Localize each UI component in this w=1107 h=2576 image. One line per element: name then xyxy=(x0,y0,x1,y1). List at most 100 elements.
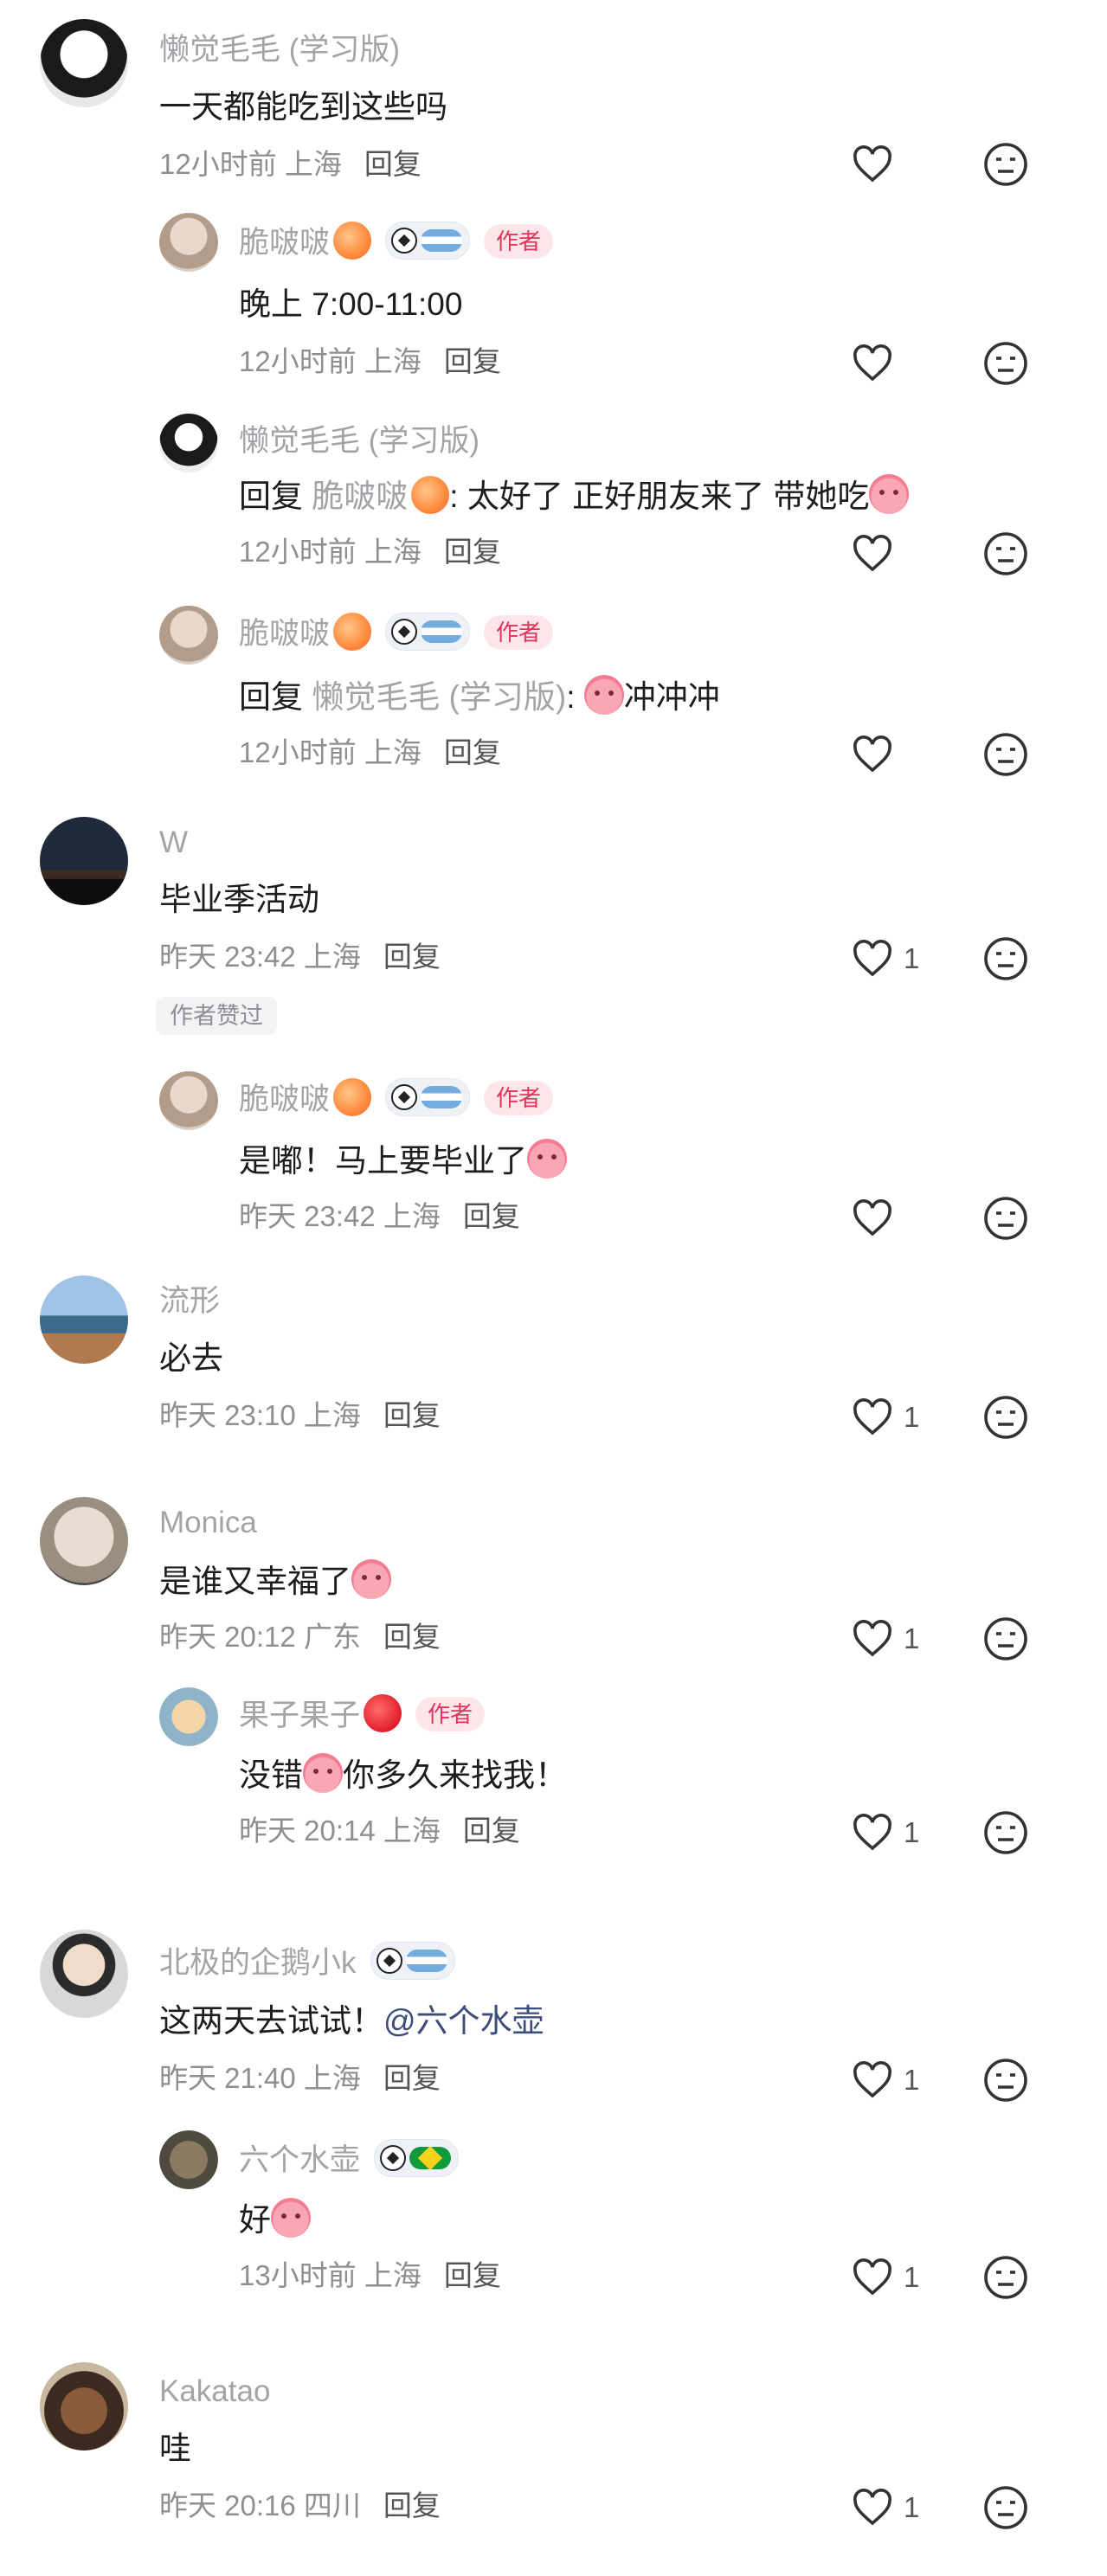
like-button[interactable]: 1 xyxy=(852,2253,973,2302)
avatar[interactable] xyxy=(40,1930,128,2018)
heart-icon xyxy=(853,535,891,572)
heart-icon xyxy=(853,1620,891,1657)
avatar[interactable] xyxy=(159,606,218,665)
heart-eyes-sticker-icon xyxy=(271,2198,311,2238)
heart-icon xyxy=(853,2258,891,2296)
comment-username[interactable]: 流形 xyxy=(159,1282,220,1320)
reply-button[interactable]: 回复 xyxy=(383,941,441,973)
comment-text: 哇 xyxy=(159,2431,191,2466)
comment-username[interactable]: Kakatao xyxy=(159,2373,270,2411)
comment-username[interactable]: 北极的企鹅小k xyxy=(159,1942,455,1982)
comment-text: 必去 xyxy=(159,1340,223,1376)
peach-emoji-icon xyxy=(333,222,372,260)
heart-icon xyxy=(853,1398,891,1436)
avatar[interactable] xyxy=(159,414,218,472)
comment-text: 是谁又幸福了 xyxy=(159,1559,391,1603)
neutral-face-icon[interactable] xyxy=(983,531,1028,576)
author-liked-badge: 作者赞过 xyxy=(156,997,277,1035)
author-badge: 作者 xyxy=(484,615,554,650)
neutral-face-icon[interactable] xyxy=(983,936,1028,981)
comment-username[interactable]: 果子果子 作者 xyxy=(239,1694,486,1735)
like-button[interactable] xyxy=(852,1194,973,1243)
like-count: 1 xyxy=(904,1401,920,1433)
comment-meta: 昨天 23:42 上海 回复 xyxy=(159,941,441,973)
reply-button[interactable]: 回复 xyxy=(383,1399,441,1431)
comment-username[interactable]: 懒觉毛毛 (学习版) xyxy=(159,31,400,69)
like-button[interactable] xyxy=(852,530,973,578)
heart-icon xyxy=(853,344,891,382)
comment-username[interactable]: 脆啵啵 作者 xyxy=(239,613,554,653)
reply-button[interactable]: 回复 xyxy=(444,345,501,377)
football-argentina-badge-icon xyxy=(385,1078,471,1116)
comment-text: 回复 脆啵啵: 太好了 正好朋友来了 带她吃 xyxy=(239,474,910,517)
like-button[interactable] xyxy=(852,140,973,189)
pig-sticker-icon xyxy=(351,1559,391,1599)
avatar[interactable] xyxy=(40,19,128,107)
comment-text: 好 xyxy=(239,2198,311,2241)
comment-meta: 昨天 23:42 上海 回复 xyxy=(239,1200,520,1232)
avatar[interactable] xyxy=(159,1071,218,1130)
heart-icon xyxy=(853,736,891,773)
reply-button[interactable]: 回复 xyxy=(383,2062,441,2094)
comment-text: 晚上 7:00-11:00 xyxy=(239,286,463,322)
reply-button[interactable]: 回复 xyxy=(364,148,422,180)
like-button[interactable] xyxy=(852,730,973,779)
neutral-face-icon[interactable] xyxy=(983,142,1028,187)
apple-emoji-icon xyxy=(364,1694,402,1732)
like-button[interactable]: 1 xyxy=(852,1808,973,1857)
avatar[interactable] xyxy=(159,2130,218,2189)
avatar[interactable] xyxy=(159,1687,218,1746)
reply-button[interactable]: 回复 xyxy=(383,2489,441,2521)
like-count: 1 xyxy=(904,1622,920,1654)
like-button[interactable]: 1 xyxy=(852,2483,973,2532)
comment-meta: 12小时前 上海 回复 xyxy=(239,536,501,568)
like-count: 1 xyxy=(904,942,920,974)
heart-icon xyxy=(853,1199,891,1237)
author-badge: 作者 xyxy=(484,224,554,259)
football-argentina-badge-icon xyxy=(370,1942,455,1980)
heart-icon xyxy=(853,145,891,183)
neutral-face-icon[interactable] xyxy=(983,732,1028,777)
comment-username[interactable]: 六个水壶 xyxy=(239,2139,460,2180)
avatar[interactable] xyxy=(40,1275,128,1364)
neutral-face-icon[interactable] xyxy=(983,341,1028,386)
neutral-face-icon[interactable] xyxy=(983,1196,1028,1241)
reply-button[interactable]: 回复 xyxy=(463,1815,520,1847)
mention-link[interactable]: @六个水壶 xyxy=(383,2003,544,2039)
avatar[interactable] xyxy=(40,817,128,905)
avatar[interactable] xyxy=(159,213,218,272)
avatar[interactable] xyxy=(40,2362,128,2451)
reply-button[interactable]: 回复 xyxy=(444,736,501,768)
neutral-face-icon[interactable] xyxy=(983,2485,1028,2530)
like-button[interactable]: 1 xyxy=(852,935,973,983)
neutral-face-icon[interactable] xyxy=(983,2255,1028,2300)
reply-button[interactable]: 回复 xyxy=(383,1621,441,1653)
peach-emoji-icon xyxy=(333,1078,372,1116)
comment-username[interactable]: 懒觉毛毛 (学习版) xyxy=(239,422,479,460)
avatar[interactable] xyxy=(40,1497,128,1585)
reply-button[interactable]: 回复 xyxy=(463,1200,520,1232)
comment-meta: 12小时前 上海 回复 xyxy=(159,148,422,180)
comment-username[interactable]: 脆啵啵 作者 xyxy=(239,1078,554,1119)
neutral-face-icon[interactable] xyxy=(983,1395,1028,1440)
heart-icon xyxy=(853,940,891,977)
heart-icon xyxy=(853,1814,891,1851)
neutral-face-icon[interactable] xyxy=(983,2058,1028,2103)
peach-emoji-icon xyxy=(333,613,372,651)
like-button[interactable] xyxy=(852,339,973,388)
comment-text: 毕业季活动 xyxy=(159,882,319,917)
comment-username[interactable]: 脆啵啵 作者 xyxy=(239,222,554,262)
neutral-face-icon[interactable] xyxy=(983,1616,1028,1661)
like-button[interactable]: 1 xyxy=(852,2056,973,2104)
comment-text: 这两天去试试！@六个水壶 xyxy=(159,2003,544,2039)
reply-button[interactable]: 回复 xyxy=(444,536,501,568)
comment-username[interactable]: Monica xyxy=(159,1504,257,1542)
author-badge: 作者 xyxy=(484,1081,554,1115)
pleading-sticker-icon xyxy=(303,1753,343,1793)
reply-button[interactable]: 回复 xyxy=(444,2259,501,2291)
like-button[interactable]: 1 xyxy=(852,1615,973,1663)
like-button[interactable]: 1 xyxy=(852,1393,973,1442)
comment-text: 没错 你多久来找我！ xyxy=(239,1753,567,1796)
neutral-face-icon[interactable] xyxy=(983,1810,1028,1855)
comment-username[interactable]: W xyxy=(159,824,188,862)
